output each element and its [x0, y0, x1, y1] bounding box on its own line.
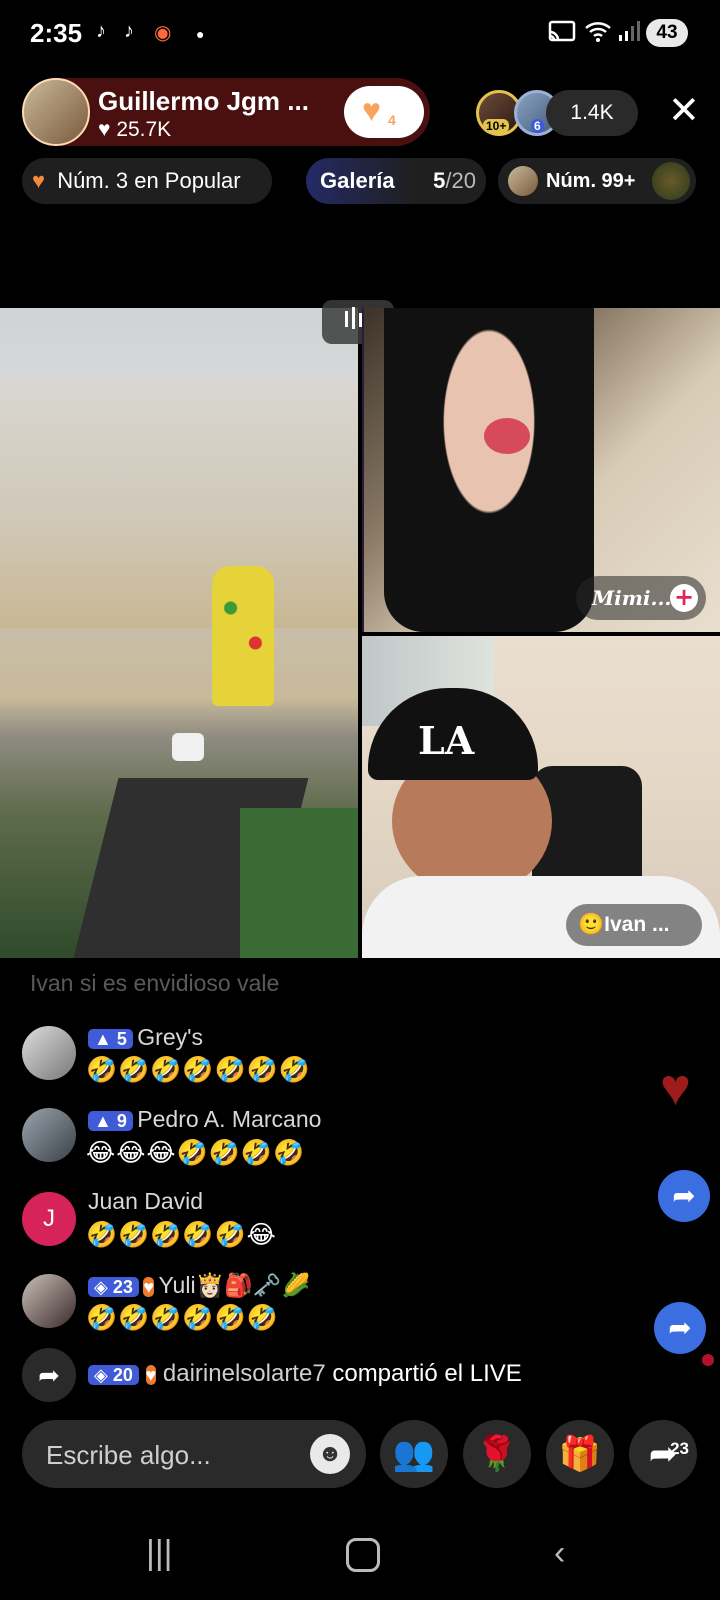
share-fab-icon[interactable]: ➦: [658, 1170, 710, 1222]
tiktok-icon: ♪: [96, 20, 106, 42]
comment-input[interactable]: Escribe algo... ☻: [22, 1420, 366, 1488]
follow-count: 4: [388, 112, 396, 128]
avatar-letter: J: [43, 1205, 55, 1232]
record-icon: ◉: [154, 22, 172, 44]
follow-plus-icon[interactable]: +: [670, 584, 698, 612]
follow-button[interactable]: ♥ 4: [344, 86, 424, 138]
close-icon[interactable]: ✕: [668, 92, 700, 130]
floating-heart-icon: ♥: [660, 1059, 691, 1117]
battery-indicator: 43: [646, 19, 688, 47]
status-bar: 2:35 ♪ ♪ ◉ ● 43: [0, 0, 720, 64]
guest-name: Mimi...: [592, 586, 672, 610]
green-mat: [240, 808, 358, 958]
clown-person: [212, 566, 274, 706]
host-video[interactable]: [0, 308, 358, 958]
host-avatar[interactable]: [22, 78, 90, 146]
level-badge: ◈ 20: [88, 1365, 139, 1385]
bucket-object: [172, 733, 204, 761]
commenter-name[interactable]: Juan David: [88, 1188, 203, 1215]
rank-label: Núm. 99+: [546, 170, 636, 192]
comment-message: 🤣🤣🤣🤣🤣😂: [86, 1221, 277, 1249]
level-badge: ▲ 9: [88, 1111, 133, 1131]
host-likes: ♥ 25.7K: [98, 118, 171, 142]
level-badge: ◈ 23: [88, 1277, 139, 1297]
status-time: 2:35: [30, 18, 83, 48]
guest-video-2[interactable]: LA 🙂Ivan ...: [362, 636, 720, 958]
commenter-name[interactable]: Yuli👸🏻🎒🗝️🌽: [158, 1272, 310, 1298]
share-icon: ➦: [22, 1348, 76, 1402]
smile-emoji-icon: 🙂: [578, 913, 605, 936]
fan-heart-badge: ♥: [143, 1277, 155, 1297]
cap-logo: LA: [418, 718, 475, 763]
guest-video-1[interactable]: Mimi... +: [362, 308, 720, 632]
ranked-user-avatar: [508, 166, 538, 196]
guest-name-tag[interactable]: 🙂Ivan ...: [566, 904, 702, 946]
broken-heart-icon: ♥: [32, 168, 46, 193]
multi-guest-icon[interactable]: 👥: [380, 1420, 448, 1488]
commenter-name[interactable]: Grey's: [137, 1024, 203, 1050]
back-icon[interactable]: ‹: [554, 1534, 565, 1573]
share-count: 23: [670, 1439, 689, 1458]
likes-count: 25.7K: [116, 118, 172, 141]
level-value: 23: [112, 1277, 133, 1297]
popular-rank-chip[interactable]: ♥ Núm. 3 en Popular: [22, 158, 272, 204]
commenter-avatar[interactable]: [22, 1274, 76, 1328]
cast-icon: [548, 20, 576, 50]
comment-header: ◈ 23 ♥ Yuli👸🏻🎒🗝️🌽: [88, 1272, 310, 1299]
viewer-rank-badge: 10+: [483, 119, 510, 133]
comment-message: 🤣🤣🤣🤣🤣🤣🤣: [86, 1056, 311, 1084]
comment-header: ▲ 9 Pedro A. Marcano: [88, 1106, 321, 1133]
commenter-avatar[interactable]: [22, 1108, 76, 1162]
host-profile[interactable]: Guillermo Jgm ... ♥ 25.7K ♥ 4: [22, 78, 430, 146]
heart-icon: ♥: [362, 92, 381, 128]
guest-name: Ivan ...: [604, 913, 670, 936]
rank-chip[interactable]: Núm. 99+: [498, 158, 696, 204]
notification-dot: [702, 1354, 714, 1366]
faded-comment: Ivan si es envidioso vale: [30, 970, 280, 996]
level-value: 20: [112, 1365, 133, 1385]
comment-message: 🤣🤣🤣🤣🤣🤣: [86, 1304, 279, 1332]
viewer-rank-badge: 6: [531, 119, 544, 133]
gift-icon[interactable]: 🎁: [546, 1420, 614, 1488]
share-button[interactable]: ➦ 23: [629, 1420, 697, 1488]
wreath-icon: [652, 162, 690, 200]
wall-scene: [0, 378, 358, 628]
emoji-icon[interactable]: ☻: [310, 1434, 350, 1474]
signal-icon: [618, 20, 640, 48]
comment-header: ▲ 5 Grey's: [88, 1024, 203, 1051]
host-name: Guillermo Jgm ...: [98, 86, 309, 116]
tiktok-icon: ♪: [124, 20, 134, 42]
home-icon[interactable]: [346, 1538, 380, 1572]
recent-apps-icon[interactable]: |||: [146, 1534, 173, 1573]
gallery-total: /20: [445, 168, 476, 193]
heart-icon: ♥: [98, 118, 111, 141]
share-event: ◈ 20 ♥ dairinelsolarte7 compartió el LIV…: [88, 1360, 522, 1388]
guest-mouth: [484, 418, 530, 454]
share-fab-icon[interactable]: ➦: [654, 1302, 706, 1354]
guest-figure: [384, 308, 594, 632]
level-value: 9: [116, 1111, 127, 1131]
dot-icon: ●: [196, 26, 205, 42]
popular-rank-label: Núm. 3 en Popular: [57, 168, 241, 193]
wifi-5g-icon: [584, 20, 614, 50]
viewer-count[interactable]: 1.4K: [546, 90, 638, 136]
comment-message: 😂😂😂🤣🤣🤣🤣: [86, 1139, 306, 1167]
level-value: 5: [116, 1029, 127, 1049]
guest-name-tag[interactable]: Mimi... +: [576, 576, 706, 620]
gallery-current: 5: [433, 168, 446, 193]
gallery-chip[interactable]: Galería 5/20: [306, 158, 486, 204]
share-user[interactable]: dairinelsolarte7: [163, 1360, 326, 1387]
comment-placeholder: Escribe algo...: [46, 1440, 211, 1470]
level-badge: ▲ 5: [88, 1029, 133, 1049]
commenter-name[interactable]: Pedro A. Marcano: [137, 1106, 321, 1132]
share-text: compartió el LIVE: [332, 1360, 522, 1387]
gallery-label: Galería: [320, 168, 395, 193]
fan-heart-badge: ♥: [145, 1365, 157, 1385]
commenter-avatar[interactable]: J: [22, 1192, 76, 1246]
rose-gift-icon[interactable]: 🌹: [463, 1420, 531, 1488]
commenter-avatar[interactable]: [22, 1026, 76, 1080]
